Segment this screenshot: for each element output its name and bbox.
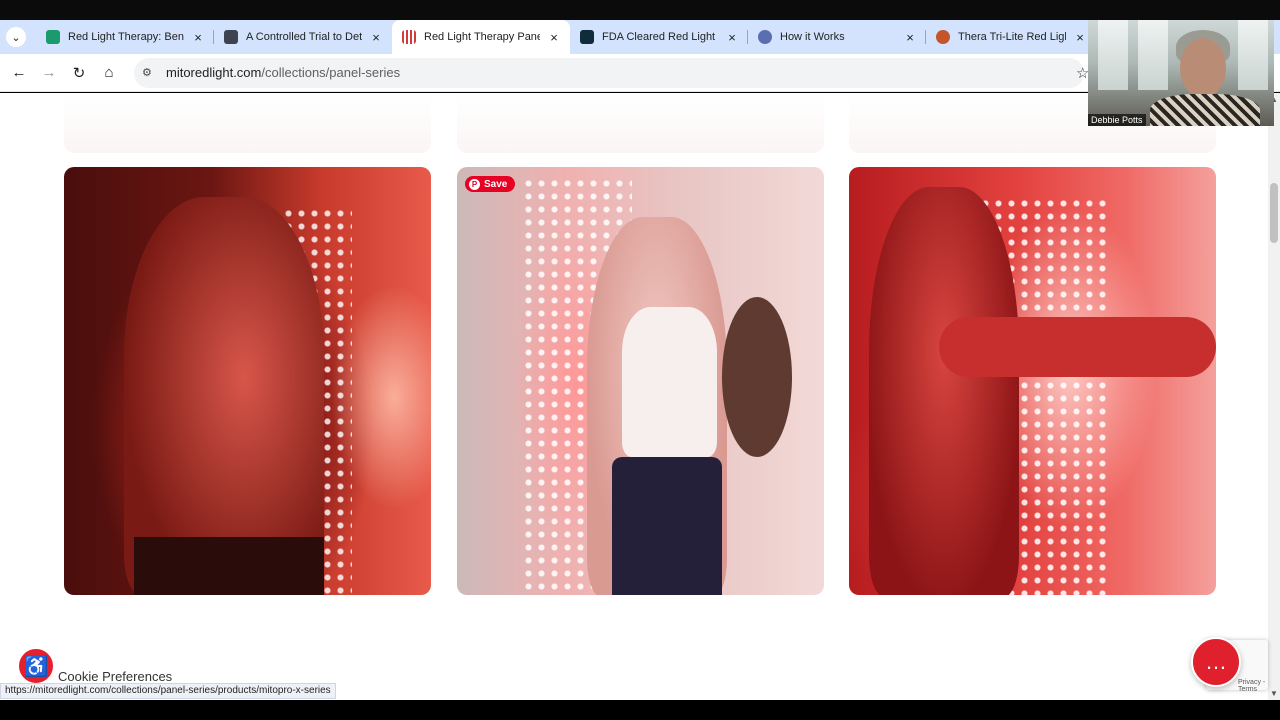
close-tab-icon[interactable]: × [370,30,382,45]
address-bar[interactable]: ⚙ mitoredlight.com/collections/panel-ser… [134,57,1084,88]
top-bar [0,0,1280,20]
person-body [1150,94,1260,126]
forward-button[interactable]: → [34,58,64,88]
chevron-down-icon: ⌄ [11,31,21,44]
url-path: /collections/panel-series [261,65,401,80]
tab-favicon [224,30,238,44]
accessibility-button[interactable]: ♿ [17,647,55,685]
reload-icon: ↻ [72,64,86,82]
close-tab-icon[interactable]: × [904,30,916,45]
tab-5[interactable]: How it Works × [748,20,926,54]
pinterest-icon: P [469,178,480,190]
scroll-thumb[interactable] [1270,183,1278,243]
tab-title: A Controlled Trial to Deter [246,31,362,43]
home-button[interactable]: ⌂ [94,58,124,88]
product-image-woman-white-top[interactable]: P Save [457,167,824,595]
close-tab-icon[interactable]: × [548,30,560,45]
white-top [622,307,717,457]
pinterest-save-button[interactable]: P Save [465,176,516,192]
tab-title: Thera Tri-Lite Red Light Th [958,31,1066,43]
reload-button[interactable]: ↻ [64,58,94,88]
close-tab-icon[interactable]: × [726,30,738,45]
web-page: P Save [0,93,1268,700]
tab-title: FDA Cleared Red Light The [602,31,718,43]
woman-figure [869,187,1019,595]
chat-bubble-icon: … [1205,649,1227,674]
tab-favicon [936,30,950,44]
tab-favicon [46,30,60,44]
window-light [1238,20,1268,90]
man-figure [124,197,324,595]
person-face [1180,38,1226,98]
home-icon: ⌂ [104,64,114,81]
cookie-preferences-link[interactable]: Cookie Preferences [58,669,172,684]
product-image-man-red-panel[interactable] [64,167,431,595]
previous-card-bottom [64,93,431,153]
tab-title: Red Light Therapy: Benefit [68,31,184,43]
black-leggings [612,457,722,595]
back-arrow-icon: ← [11,64,27,81]
screen: ⌄ Red Light Therapy: Benefit × A Control… [0,0,1280,720]
save-label: Save [484,178,508,190]
url-host: mitoredlight.com [166,65,262,80]
window-light [1138,20,1168,90]
tab-1[interactable]: Red Light Therapy: Benefit × [36,20,214,54]
bottom-bar [0,700,1280,720]
status-bar-url: https://mitoredlight.com/collections/pan… [0,683,336,699]
tab-6[interactable]: Thera Tri-Lite Red Light Th × [926,20,1096,54]
tab-3-active[interactable]: Red Light Therapy Panels | × [392,20,570,54]
tab-title: Red Light Therapy Panels | [424,31,540,43]
tab-2[interactable]: A Controlled Trial to Deter × [214,20,392,54]
plant [722,297,792,457]
back-button[interactable]: ← [4,58,34,88]
recaptcha-terms[interactable]: Privacy - Terms [1238,679,1280,693]
tab-search-button[interactable]: ⌄ [6,27,26,47]
close-tab-icon[interactable]: × [192,30,204,45]
site-info-icon[interactable]: ⚙ [142,66,156,80]
participant-name: Debbie Potts [1088,114,1146,126]
accessibility-icon: ♿ [23,655,49,678]
tab-title: How it Works [780,31,845,43]
page-scrollbar[interactable]: ▲ ▼ [1268,93,1280,700]
tab-favicon [402,30,416,44]
product-image-woman-stretching[interactable] [849,167,1216,595]
man-shorts [134,537,324,595]
tab-favicon [580,30,594,44]
close-tab-icon[interactable]: × [1074,30,1086,45]
previous-card-bottom [457,93,824,153]
forward-arrow-icon: → [41,64,57,81]
tab-4[interactable]: FDA Cleared Red Light The × [570,20,748,54]
webcam-overlay: Debbie Potts [1088,20,1274,126]
chat-button[interactable]: … [1191,637,1241,687]
window-light [1098,20,1128,90]
tab-favicon [758,30,772,44]
stretching-arm [939,317,1216,377]
